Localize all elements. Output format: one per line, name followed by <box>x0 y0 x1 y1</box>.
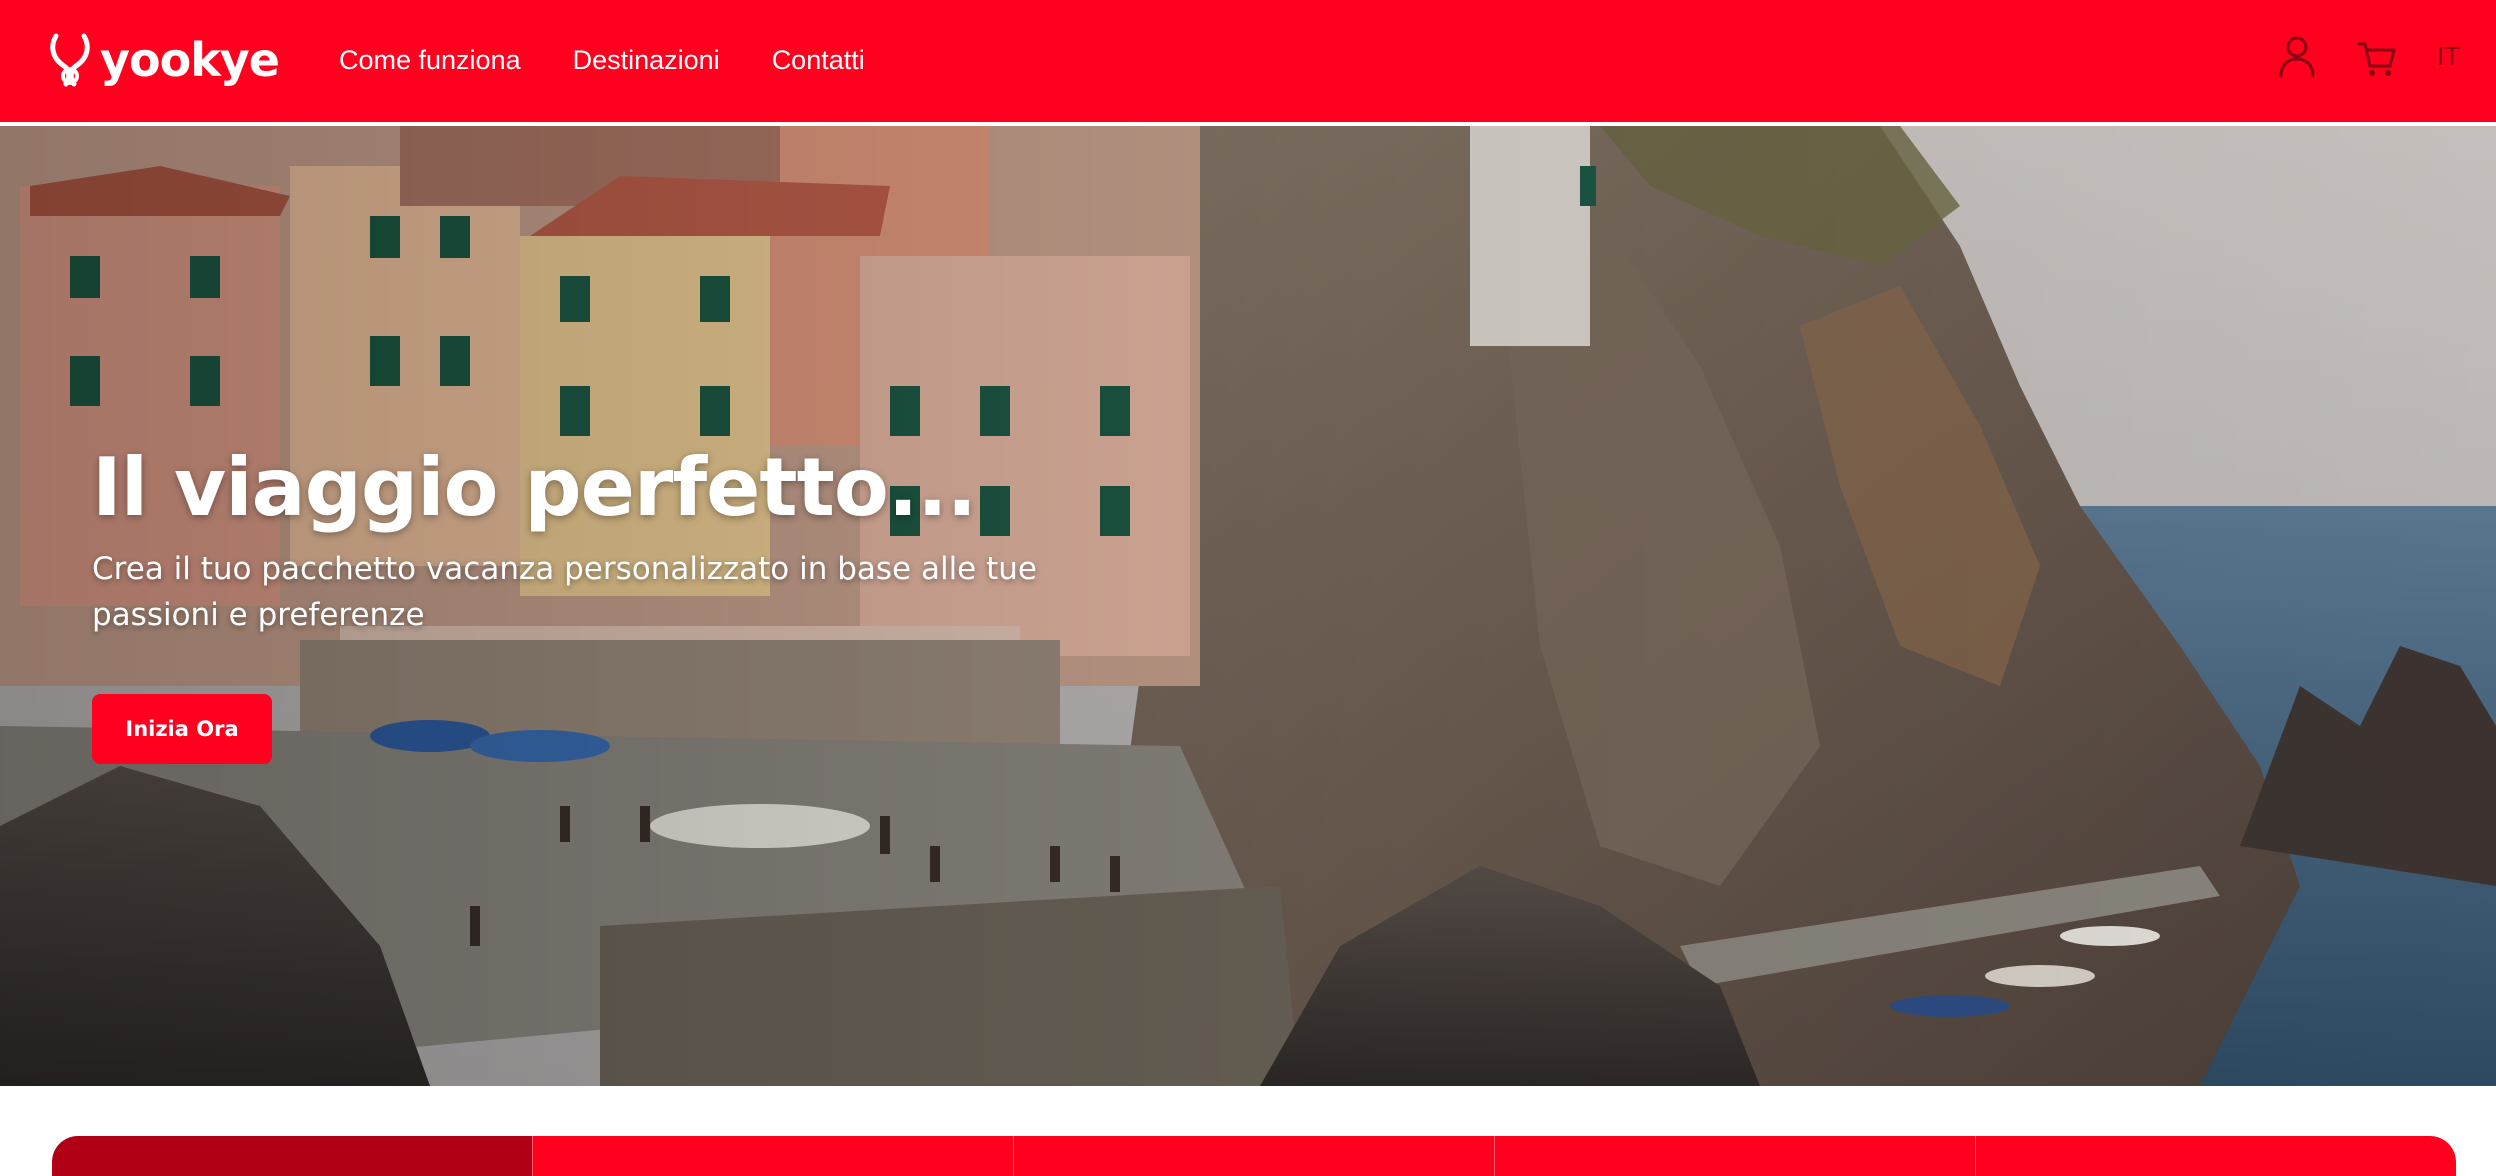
hero-title: Il viaggio perfetto... <box>92 441 977 534</box>
brand-logo[interactable]: yookye <box>48 30 280 90</box>
language-selector[interactable]: IT <box>2437 34 2460 78</box>
main-nav: Come funziona Destinazioni Contatti <box>339 38 865 82</box>
user-icon[interactable] <box>2277 34 2317 78</box>
nav-item-destinazioni[interactable]: Destinazioni <box>573 38 720 82</box>
category-tab[interactable] <box>1494 1136 1975 1176</box>
site-header: yookye Come funziona Destinazioni Contat… <box>0 0 2496 124</box>
category-tab[interactable] <box>1013 1136 1494 1176</box>
header-actions: IT <box>2277 34 2460 78</box>
nav-item-come-funziona[interactable]: Come funziona <box>339 38 521 82</box>
brand-name: yookye <box>100 33 280 87</box>
category-tab[interactable] <box>1975 1136 2456 1176</box>
category-tab-strip <box>52 1136 2456 1176</box>
hero-subtitle: Crea il tuo pacchetto vacanza personaliz… <box>92 551 1037 633</box>
logo-mark-icon <box>50 33 90 87</box>
category-tab[interactable] <box>532 1136 1013 1176</box>
hero-section: Il viaggio perfetto... Crea il tuo pacch… <box>0 126 2496 1086</box>
category-tab[interactable] <box>52 1136 532 1176</box>
nav-item-contatti[interactable]: Contatti <box>772 38 865 82</box>
start-now-button[interactable]: Inizia Ora <box>92 694 272 764</box>
cart-icon[interactable] <box>2357 34 2397 78</box>
